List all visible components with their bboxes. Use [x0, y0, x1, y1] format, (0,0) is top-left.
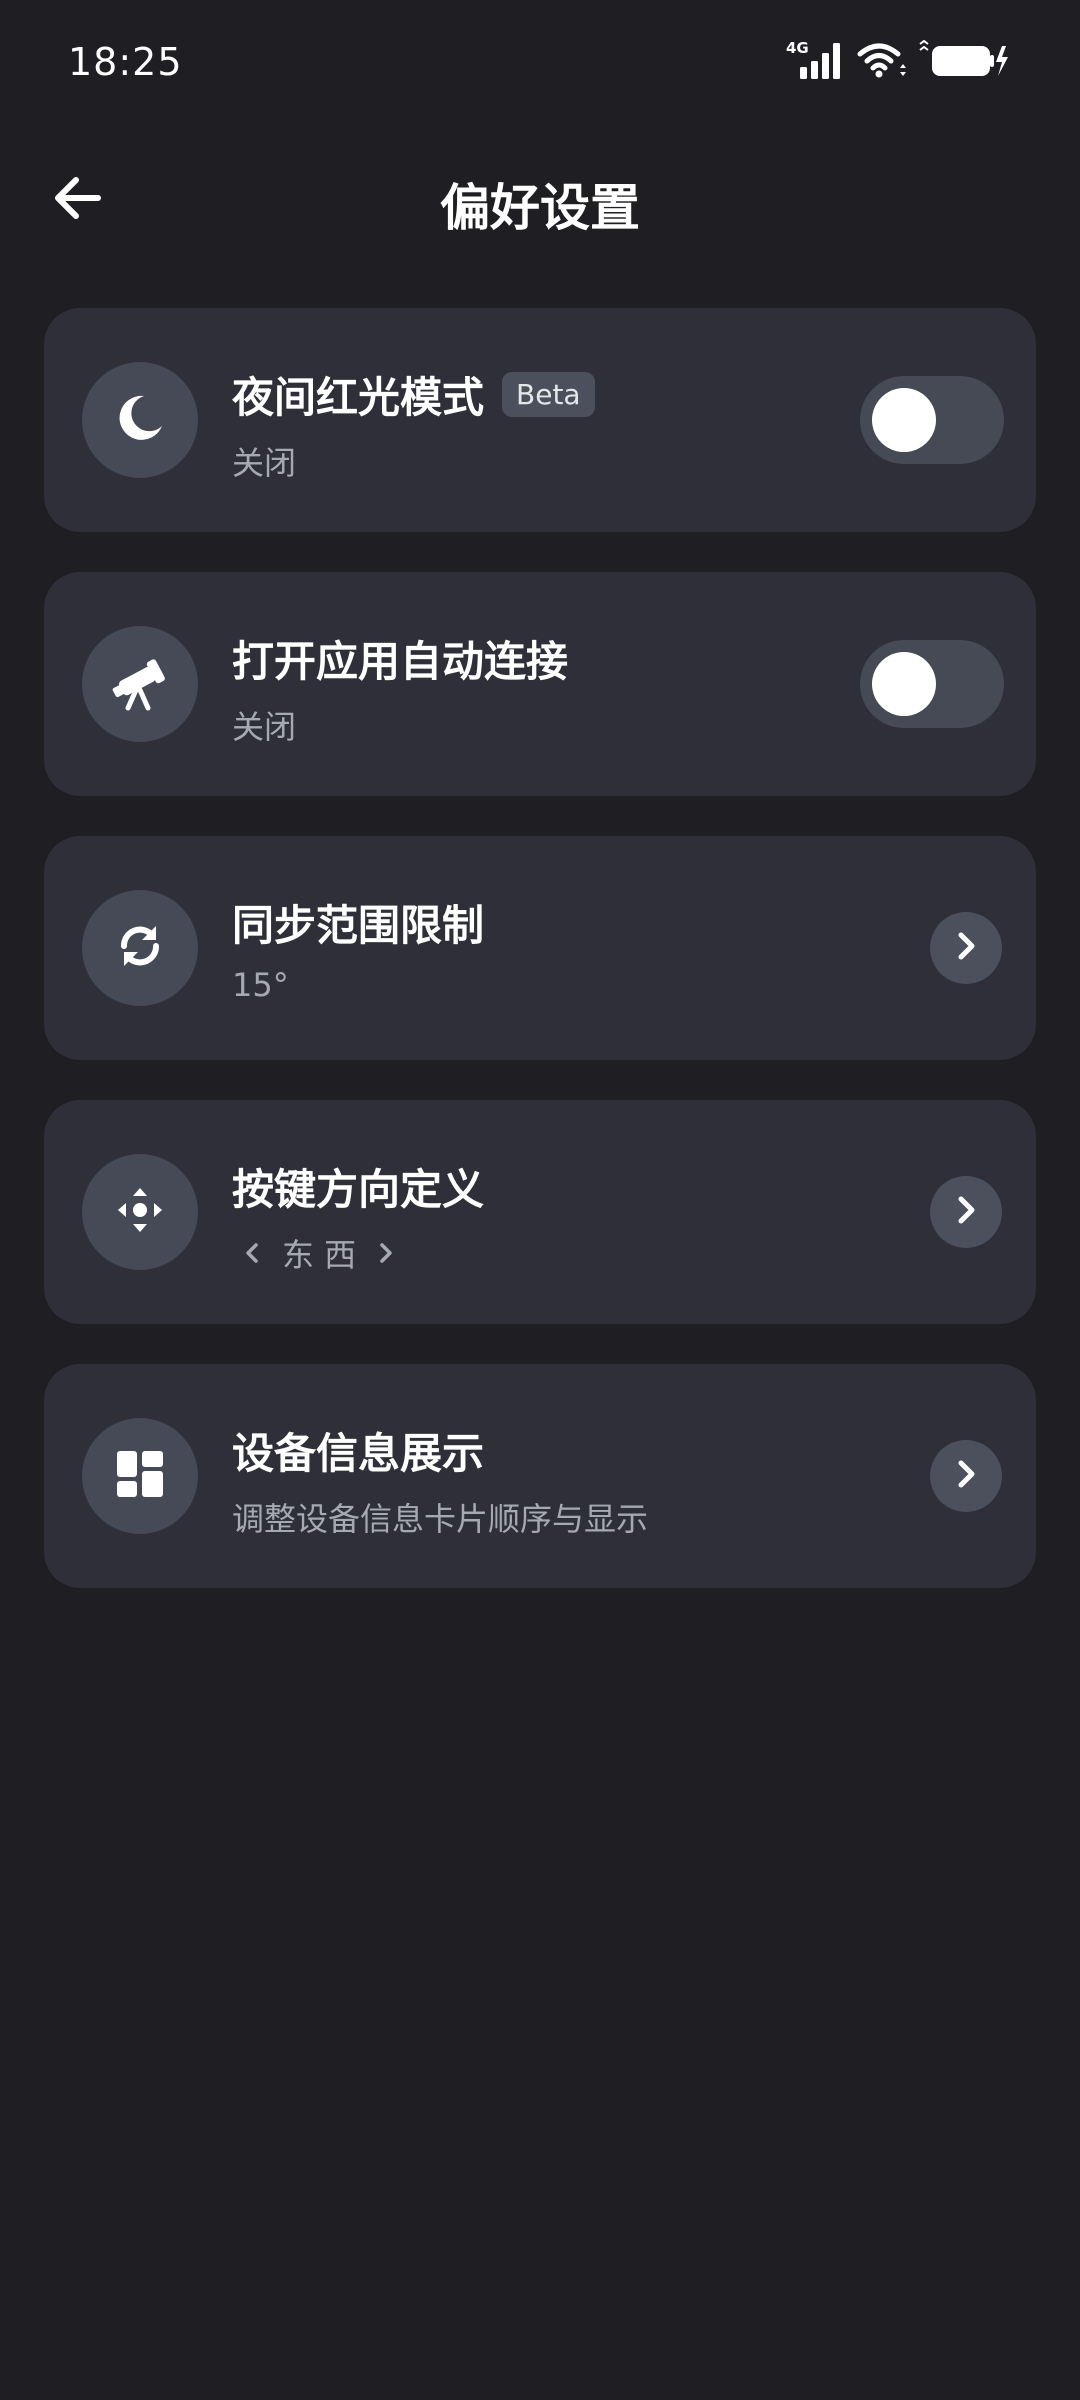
night-red-mode-toggle[interactable] [860, 376, 1004, 464]
sync-icon [112, 918, 168, 978]
setting-title: 夜间红光模式 [232, 373, 485, 422]
status-bar: 18:25 4G [0, 0, 1080, 120]
sync-range-open-button[interactable] [930, 912, 1002, 984]
setting-device-info-display[interactable]: 设备信息展示 调整设备信息卡片顺序与显示 [44, 1364, 1036, 1588]
setting-button-direction[interactable]: 按键方向定义 东 西 [44, 1100, 1036, 1324]
beta-badge: Beta [502, 372, 595, 417]
setting-title-row: 打开应用自动连接 [232, 628, 568, 689]
setting-night-red-mode[interactable]: 夜间红光模式 Beta 关闭 [44, 308, 1036, 532]
chevron-right-icon [952, 1458, 980, 1494]
app-bar: 偏好设置 [0, 150, 1080, 250]
setting-icon-circle [82, 1418, 198, 1534]
toggle-knob [872, 388, 936, 452]
dashboard-icon [115, 1449, 165, 1503]
setting-title: 设备信息展示 [232, 1429, 485, 1478]
wifi-icon [856, 40, 906, 80]
setting-title-row: 按键方向定义 [232, 1156, 484, 1217]
setting-icon-circle [82, 362, 198, 478]
status-time: 18:25 [68, 40, 183, 84]
setting-title: 按键方向定义 [232, 1165, 485, 1214]
chevron-right-small-icon[interactable] [366, 1239, 406, 1267]
setting-status: 关闭 [232, 708, 297, 746]
battery-icon [918, 40, 1008, 80]
device-info-open-button[interactable] [930, 1440, 1002, 1512]
moon-icon [114, 392, 166, 448]
direction-selector: 东 西 [232, 1230, 406, 1276]
direction-value: 东 西 [282, 1236, 357, 1274]
chevron-left-icon[interactable] [232, 1239, 272, 1267]
setting-icon-circle [82, 626, 198, 742]
setting-auto-connect[interactable]: 打开应用自动连接 关闭 [44, 572, 1036, 796]
setting-title-row: 设备信息展示 [232, 1420, 484, 1481]
cellular-signal-icon: 4G [786, 39, 844, 81]
status-icons: 4G [786, 36, 1008, 84]
setting-description: 调整设备信息卡片顺序与显示 [232, 1500, 649, 1538]
settings-list: 夜间红光模式 Beta 关闭 打开应用自动连接 关闭 同步范围限制 15° 按键… [44, 308, 1036, 1628]
setting-value: 15° [232, 966, 289, 1004]
setting-title-row: 夜间红光模式 Beta [232, 364, 595, 425]
page-title: 偏好设置 [440, 179, 640, 237]
setting-status: 关闭 [232, 444, 297, 482]
toggle-knob [872, 652, 936, 716]
setting-title: 同步范围限制 [232, 901, 485, 950]
setting-sync-range-limit[interactable]: 同步范围限制 15° [44, 836, 1036, 1060]
chevron-right-icon [952, 1194, 980, 1230]
auto-connect-toggle[interactable] [860, 640, 1004, 728]
setting-icon-circle [82, 1154, 198, 1270]
setting-icon-circle [82, 890, 198, 1006]
button-direction-open-button[interactable] [930, 1176, 1002, 1248]
setting-title: 打开应用自动连接 [232, 637, 569, 686]
dpad-icon [114, 1184, 166, 1240]
telescope-icon [110, 652, 170, 716]
network-type-label: 4G [786, 39, 809, 57]
setting-title-row: 同步范围限制 [232, 892, 484, 953]
chevron-right-icon [952, 930, 980, 966]
